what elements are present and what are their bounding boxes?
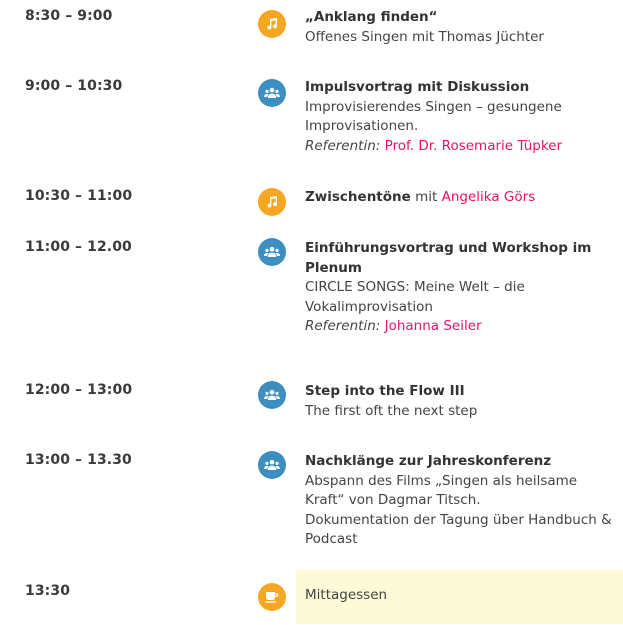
session-detail: Podcast — [305, 531, 358, 548]
session-description: Nachklänge zur Jahreskonferenz Abspann d… — [305, 452, 617, 550]
speaker-link[interactable]: Johanna Seiler — [385, 318, 482, 334]
session-description: Step into the Flow III The first oft the… — [305, 382, 617, 421]
session-detail: Kraft“ von Dagmar Titsch. — [305, 492, 481, 509]
music-note-icon — [258, 10, 286, 38]
group-icon — [258, 79, 286, 107]
session-description: Einführungsvortrag und Workshop im Plenu… — [305, 239, 617, 337]
session-detail: Improvisationen. — [305, 118, 419, 135]
session-detail: CIRCLE SONGS: Meine Welt – die — [305, 279, 525, 296]
session-title: Einführungsvortrag und Workshop im Plenu… — [305, 240, 592, 276]
time-slot: 9:00 – 10:30 — [25, 78, 123, 94]
session-description: „Anklang finden“ Offenes Singen mit Thom… — [305, 8, 617, 47]
session-detail: Offenes Singen mit Thomas Jüchter — [305, 28, 544, 45]
speaker-label: Referentin: — [305, 318, 381, 335]
group-icon — [258, 451, 286, 479]
session-detail: Abspann des Films „Singen als heilsame — [305, 472, 578, 489]
session-connector: mit — [415, 189, 438, 205]
session-title: „Anklang finden“ — [305, 9, 438, 25]
time-slot: 10:30 – 11:00 — [25, 188, 133, 204]
group-icon — [258, 238, 286, 266]
session-description: Impulsvortrag mit Diskussion Improvisier… — [305, 78, 617, 156]
session-title: Zwischentöne — [305, 189, 411, 205]
speaker-link[interactable]: Angelika Görs — [442, 189, 536, 205]
session-title: Impulsvortrag mit Diskussion — [305, 79, 530, 95]
time-slot: 11:00 – 12.00 — [25, 239, 132, 255]
session-title: Mittagessen — [305, 587, 388, 603]
music-note-icon — [258, 188, 286, 216]
time-slot: 12:00 – 13:00 — [25, 382, 133, 398]
session-detail: Dokumentation der Tagung über Handbuch & — [305, 511, 612, 528]
time-slot: 13:30 — [25, 583, 71, 599]
time-slot: 13:00 – 13.30 — [25, 452, 132, 468]
speaker-link[interactable]: Prof. Dr. Rosemarie Tüpker — [385, 138, 562, 154]
session-title: Step into the Flow III — [305, 383, 465, 399]
session-detail: Vokalimprovisation — [305, 298, 433, 315]
time-slot: 8:30 – 9:00 — [25, 8, 113, 24]
session-detail: Improvisierendes Singen – gesungene — [305, 98, 562, 115]
speaker-label: Referentin: — [305, 137, 381, 154]
coffee-icon — [258, 583, 286, 611]
group-icon — [258, 381, 286, 409]
session-title: Nachklänge zur Jahreskonferenz — [305, 453, 552, 469]
session-description: Zwischentöne mit Angelika Görs — [305, 188, 617, 208]
session-detail: The first oft the next step — [305, 402, 478, 419]
